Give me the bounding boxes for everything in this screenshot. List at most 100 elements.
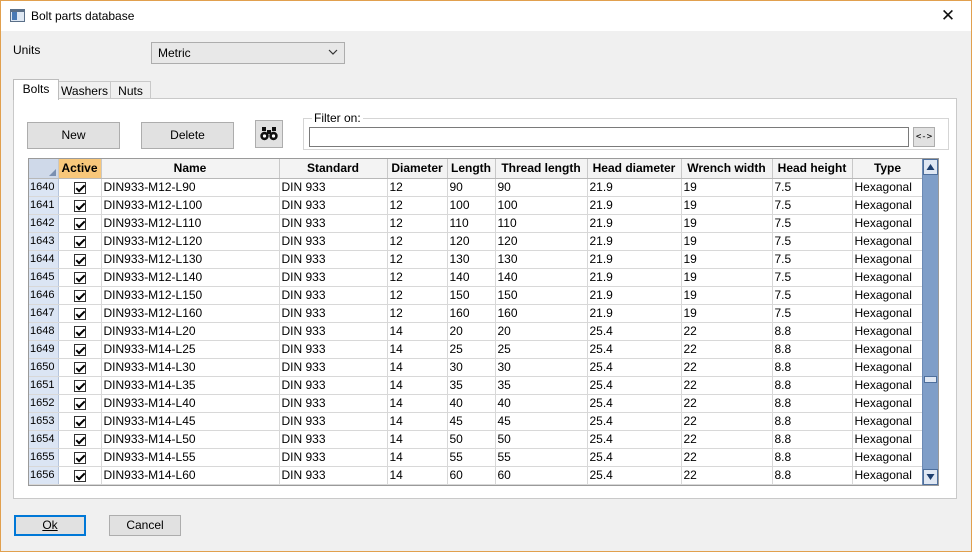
cell-name[interactable]: DIN933-M12-L160 [101,304,280,323]
table-row[interactable]: 1645 DIN933-M12-L140 DIN 933 12 140 140 21.9 19… [29,268,924,287]
active-checkbox[interactable] [73,289,86,302]
cell-thread-length[interactable]: 60 [495,466,588,485]
cell-standard[interactable]: DIN 933 [279,394,388,413]
cell-thread-length[interactable]: 130 [495,250,588,269]
cell-head-height[interactable]: 7.5 [772,178,853,197]
cell-head-height[interactable]: 8.8 [772,358,853,377]
column-header-diameter[interactable]: Diameter [387,159,448,179]
table-row[interactable]: 1643 DIN933-M12-L120 DIN 933 12 120 120 21.9 19… [29,232,924,251]
scroll-up-button[interactable] [923,159,938,175]
cell-name[interactable]: DIN933-M14-L30 [101,358,280,377]
cell-thread-length[interactable]: 140 [495,268,588,287]
table-row[interactable]: 1651 DIN933-M14-L35 DIN 933 14 35 35 25.4 22 8.8… [29,376,924,395]
cell-type[interactable]: Hexagonal [852,448,924,467]
cell-name[interactable]: DIN933-M14-L25 [101,340,280,359]
cell-length[interactable]: 40 [447,394,496,413]
cell-diameter[interactable]: 14 [387,394,448,413]
cell-head-diameter[interactable]: 25.4 [587,376,682,395]
cell-head-diameter[interactable]: 21.9 [587,196,682,215]
column-header-head-height[interactable]: Head height [772,159,853,179]
cell-diameter[interactable]: 14 [387,322,448,341]
active-checkbox[interactable] [73,307,86,320]
cell-type[interactable]: Hexagonal [852,196,924,215]
cell-length[interactable]: 55 [447,448,496,467]
cell-thread-length[interactable]: 40 [495,394,588,413]
row-header[interactable]: 1656 [29,466,59,485]
cell-thread-length[interactable]: 120 [495,232,588,251]
row-header[interactable]: 1654 [29,430,59,449]
cell-type[interactable]: Hexagonal [852,376,924,395]
tab-washers[interactable]: Washers [58,81,111,99]
cell-diameter[interactable]: 12 [387,214,448,233]
cell-wrench-width[interactable]: 19 [681,214,773,233]
row-header[interactable]: 1640 [29,178,59,197]
cell-head-diameter[interactable]: 25.4 [587,412,682,431]
cell-head-diameter[interactable]: 25.4 [587,322,682,341]
cell-head-height[interactable]: 7.5 [772,196,853,215]
cell-thread-length[interactable]: 50 [495,430,588,449]
cell-thread-length[interactable]: 45 [495,412,588,431]
cell-length[interactable]: 30 [447,358,496,377]
row-header[interactable]: 1651 [29,376,59,395]
column-header-standard[interactable]: Standard [279,159,388,179]
close-button[interactable]: ✕ [925,1,971,31]
row-header[interactable]: 1641 [29,196,59,215]
active-checkbox[interactable] [73,271,86,284]
cell-diameter[interactable]: 14 [387,430,448,449]
cell-head-height[interactable]: 8.8 [772,322,853,341]
column-header-length[interactable]: Length [447,159,496,179]
cell-standard[interactable]: DIN 933 [279,268,388,287]
cell-wrench-width[interactable]: 22 [681,358,773,377]
cell-wrench-width[interactable]: 22 [681,412,773,431]
cell-standard[interactable]: DIN 933 [279,250,388,269]
active-checkbox[interactable] [73,343,86,356]
cell-standard[interactable]: DIN 933 [279,358,388,377]
cell-name[interactable]: DIN933-M14-L20 [101,322,280,341]
cell-head-diameter[interactable]: 25.4 [587,358,682,377]
cell-name[interactable]: DIN933-M12-L100 [101,196,280,215]
active-checkbox[interactable] [73,199,86,212]
row-header[interactable]: 1655 [29,448,59,467]
scroll-down-button[interactable] [923,469,938,485]
units-select[interactable]: Metric [151,42,345,64]
row-header[interactable]: 1647 [29,304,59,323]
cell-thread-length[interactable]: 20 [495,322,588,341]
cell-wrench-width[interactable]: 22 [681,322,773,341]
delete-button[interactable]: Delete [141,122,234,149]
cell-head-diameter[interactable]: 25.4 [587,340,682,359]
table-row[interactable]: 1649 DIN933-M14-L25 DIN 933 14 25 25 25.4 22 8.8… [29,340,924,359]
cell-head-diameter[interactable]: 21.9 [587,304,682,323]
cell-standard[interactable]: DIN 933 [279,412,388,431]
cell-length[interactable]: 130 [447,250,496,269]
cell-type[interactable]: Hexagonal [852,286,924,305]
cell-head-diameter[interactable]: 21.9 [587,178,682,197]
cell-type[interactable]: Hexagonal [852,304,924,323]
column-header-wrench-width[interactable]: Wrench width [681,159,773,179]
cell-head-height[interactable]: 8.8 [772,448,853,467]
cell-length[interactable]: 25 [447,340,496,359]
row-header[interactable]: 1645 [29,268,59,287]
table-row[interactable]: 1648 DIN933-M14-L20 DIN 933 14 20 20 25.4 22 8.8… [29,322,924,341]
cell-thread-length[interactable]: 150 [495,286,588,305]
cell-standard[interactable]: DIN 933 [279,232,388,251]
active-checkbox[interactable] [73,415,86,428]
cell-type[interactable]: Hexagonal [852,214,924,233]
cell-type[interactable]: Hexagonal [852,412,924,431]
cell-name[interactable]: DIN933-M12-L140 [101,268,280,287]
vertical-scrollbar[interactable] [922,159,938,485]
cell-type[interactable]: Hexagonal [852,250,924,269]
cell-head-height[interactable]: 7.5 [772,250,853,269]
active-checkbox[interactable] [73,397,86,410]
table-row[interactable]: 1642 DIN933-M12-L110 DIN 933 12 110 110 21.9 19… [29,214,924,233]
active-checkbox[interactable] [73,181,86,194]
cell-type[interactable]: Hexagonal [852,232,924,251]
column-header-thread-length[interactable]: Thread length [495,159,588,179]
cell-head-height[interactable]: 7.5 [772,232,853,251]
cell-head-height[interactable]: 7.5 [772,268,853,287]
table-row[interactable]: 1654 DIN933-M14-L50 DIN 933 14 50 50 25.4 22 8.8… [29,430,924,449]
cell-wrench-width[interactable]: 19 [681,304,773,323]
active-checkbox[interactable] [73,217,86,230]
cell-head-diameter[interactable]: 25.4 [587,430,682,449]
tab-bolts[interactable]: Bolts [13,79,59,100]
active-checkbox[interactable] [73,325,86,338]
